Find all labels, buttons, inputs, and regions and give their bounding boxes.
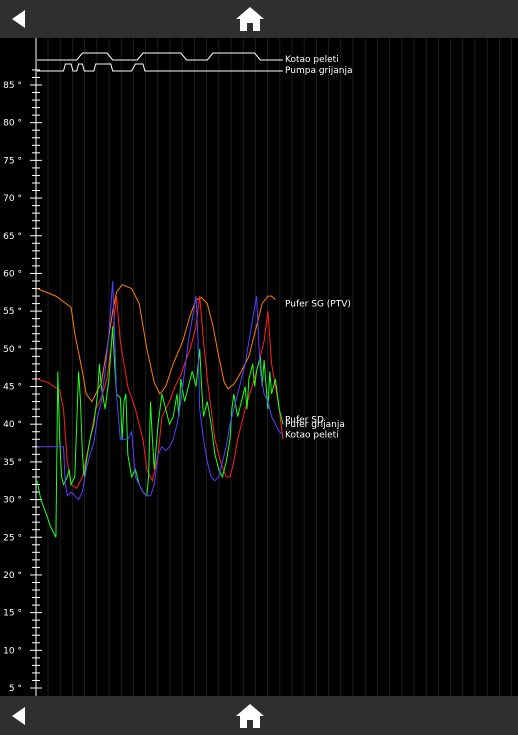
digital-series-line [37, 52, 283, 61]
digital-series-line [37, 63, 283, 72]
grid-lines [47, 38, 513, 696]
temperature-chart: 5 ° 10 ° 15 ° 20 ° 25 ° 30 ° 35 ° 40 ° 45 ° 50 ° 5… [3, 38, 513, 696]
y-tick-label: 65 ° [3, 232, 22, 242]
y-tick-label: 75 ° [3, 156, 22, 166]
back-button[interactable] [4, 0, 34, 38]
series-label: Pufer grijanja [285, 420, 345, 430]
series-label: Kotao peleti [285, 431, 339, 441]
y-tick-label: 25 ° [3, 533, 22, 543]
home-icon [236, 703, 264, 728]
y-tick-label: 80 ° [3, 119, 22, 129]
y-tick-label: 20 ° [3, 571, 22, 581]
y-tick-label: 85 ° [3, 81, 22, 91]
y-tick-label: 40 ° [3, 420, 22, 430]
y-tick-label: 30 ° [3, 496, 22, 506]
y-tick-label: 35 ° [3, 458, 22, 468]
y-tick-label: 10 ° [3, 646, 22, 656]
series-line [37, 280, 284, 501]
y-tick-label: 50 ° [3, 345, 22, 355]
digital-series-label: Pumpa grijanja [285, 66, 352, 76]
top-toolbar [0, 0, 518, 38]
series-label: Pufer SG (PTV) [285, 300, 351, 310]
back-button-bottom[interactable] [4, 696, 34, 735]
y-tick-label: 55 ° [3, 307, 22, 317]
y-tick-label: 60 ° [3, 269, 22, 279]
y-tick-label: 5 ° [9, 684, 22, 694]
y-tick-label: 70 ° [3, 194, 22, 204]
home-icon [236, 7, 264, 31]
y-tick-label: 15 ° [3, 609, 22, 619]
back-arrow-icon [12, 706, 25, 725]
bottom-toolbar [0, 696, 518, 735]
back-arrow-icon [12, 10, 25, 28]
home-button-bottom[interactable] [230, 696, 270, 735]
y-tick-label: 45 ° [3, 383, 22, 393]
digital-series-label: Kotao peleti [285, 55, 339, 65]
home-button[interactable] [230, 0, 270, 38]
